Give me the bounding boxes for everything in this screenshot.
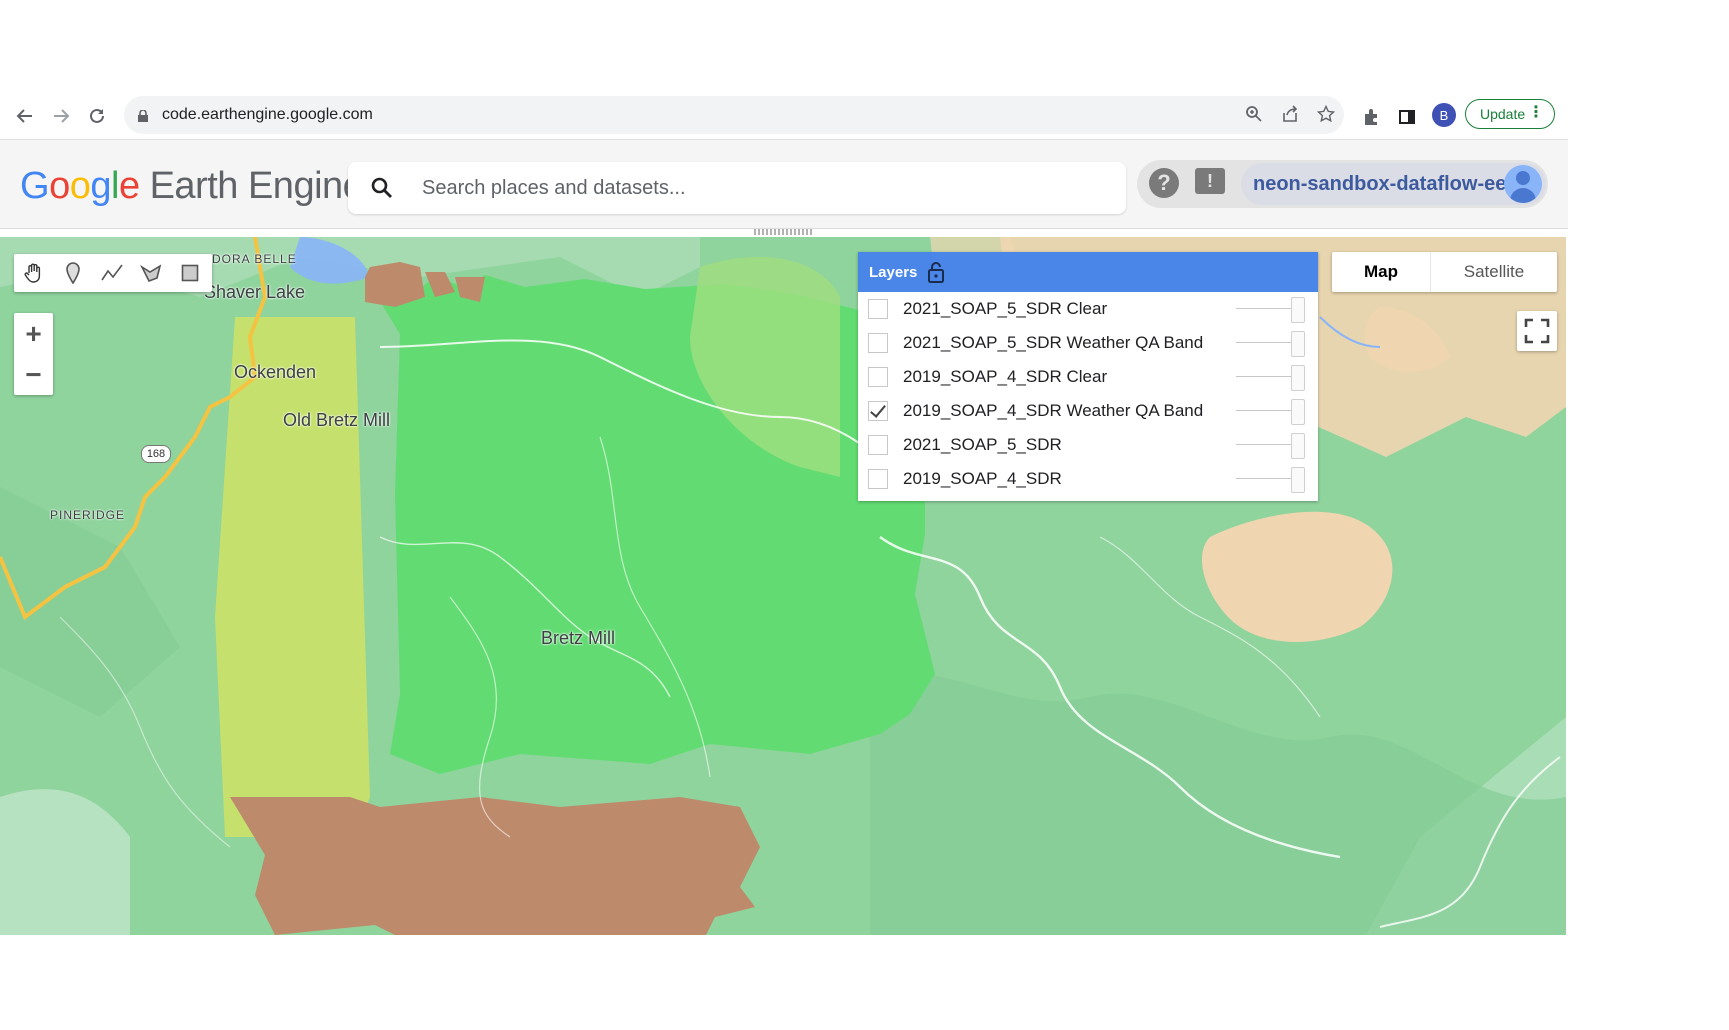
layer-name: 2021_SOAP_5_SDR Weather QA Band (903, 333, 1204, 352)
opacity-slider-handle[interactable] (1291, 331, 1305, 357)
opacity-slider-track[interactable] (1236, 444, 1294, 445)
extensions-icon[interactable] (1360, 106, 1382, 128)
bookmark-star-icon[interactable] (1316, 104, 1336, 124)
side-panel-icon[interactable] (1396, 106, 1418, 128)
line-icon[interactable] (92, 254, 131, 292)
map-graphics (0, 237, 1566, 935)
map-label-old-bretz-mill: Old Bretz Mill (283, 410, 391, 430)
reload-icon[interactable] (80, 99, 114, 133)
account-icon[interactable] (1504, 165, 1542, 203)
unlock-icon[interactable] (927, 261, 945, 283)
zoom-control: + − (14, 313, 53, 395)
zoom-in-icon[interactable]: + (14, 313, 53, 354)
screen: code.earthengine.google.com B Update ⋮ G… (0, 0, 1729, 1030)
layer-row: 2021_SOAP_5_SDR Clear (858, 292, 1318, 326)
opacity-slider-handle[interactable] (1291, 433, 1305, 459)
project-selector[interactable]: neon-sandbox-dataflow-ee (1241, 163, 1546, 205)
drawing-tools (14, 254, 212, 292)
layer-checkbox[interactable] (868, 367, 888, 387)
back-icon[interactable] (8, 99, 42, 133)
help-icon[interactable]: ? (1149, 168, 1179, 198)
route-shield: 168 (141, 445, 171, 463)
layer-name: 2019_SOAP_4_SDR Clear (903, 367, 1108, 386)
zoom-icon[interactable] (1244, 104, 1264, 124)
fullscreen-icon[interactable] (1517, 311, 1557, 351)
layer-checkbox[interactable] (868, 401, 888, 421)
layer-name: 2019_SOAP_4_SDR Weather QA Band (903, 401, 1204, 420)
panel-resize-handle[interactable] (754, 229, 814, 235)
polygon-icon[interactable] (131, 254, 170, 292)
forward-icon[interactable] (44, 99, 78, 133)
opacity-slider-track[interactable] (1236, 342, 1294, 343)
layers-title: Layers (869, 263, 918, 281)
layer-row: 2021_SOAP_5_SDR Weather QA Band (858, 326, 1318, 360)
layers-panel: Layers 2021_SOAP_5_SDR Clear 2021_SOAP_5… (858, 252, 1318, 501)
map-label-shaver-lake: Shaver Lake (204, 282, 306, 302)
map-canvas[interactable]: DORA BELLE Shaver Lake Ockenden Old Bret… (0, 237, 1566, 935)
map-label-dora-belle: DORA BELLE (212, 252, 297, 266)
opacity-slider-handle[interactable] (1291, 399, 1305, 425)
feedback-icon[interactable]: ! (1195, 168, 1225, 194)
rectangle-icon[interactable] (170, 254, 209, 292)
search-box[interactable] (348, 162, 1126, 214)
url-text: code.earthengine.google.com (162, 106, 373, 123)
share-icon[interactable] (1280, 104, 1300, 124)
opacity-slider-track[interactable] (1236, 308, 1294, 309)
opacity-slider-track[interactable] (1236, 410, 1294, 411)
layer-name: 2019_SOAP_4_SDR (903, 469, 1062, 488)
profile-avatar[interactable]: B (1432, 103, 1456, 127)
lock-icon (138, 109, 148, 122)
map-type-map-button[interactable]: Map (1332, 252, 1431, 292)
app-header: GoogleEarth Engine ? ! neon-sandbox-data… (0, 139, 1568, 229)
opacity-slider-handle[interactable] (1291, 365, 1305, 391)
address-bar[interactable]: code.earthengine.google.com (124, 96, 1344, 134)
zoom-out-icon[interactable]: − (14, 354, 53, 395)
search-input[interactable] (420, 175, 1104, 201)
user-controls: ? ! neon-sandbox-dataflow-ee (1137, 160, 1548, 208)
layer-row: 2019_SOAP_4_SDR Clear (858, 360, 1318, 394)
layer-row: 2021_SOAP_5_SDR (858, 428, 1318, 462)
layer-name: 2021_SOAP_5_SDR (903, 435, 1062, 454)
layer-row: 2019_SOAP_4_SDR (858, 462, 1318, 496)
map-label-pineridge: PINERIDGE (50, 508, 126, 522)
map-type-satellite-button[interactable]: Satellite (1431, 252, 1557, 292)
opacity-slider-track[interactable] (1236, 376, 1294, 377)
search-icon (370, 176, 394, 200)
layer-checkbox[interactable] (868, 469, 888, 489)
layer-checkbox[interactable] (868, 333, 888, 353)
project-name: neon-sandbox-dataflow-ee (1253, 173, 1507, 195)
layer-checkbox[interactable] (868, 435, 888, 455)
update-button[interactable]: Update ⋮ (1465, 99, 1555, 129)
layer-checkbox[interactable] (868, 299, 888, 319)
layer-row: 2019_SOAP_4_SDR Weather QA Band (858, 394, 1318, 428)
logo-product-name: Earth Engine (149, 165, 364, 207)
opacity-slider-track[interactable] (1236, 478, 1294, 479)
map-type-control: Map Satellite (1332, 252, 1557, 292)
more-vert-icon[interactable]: ⋮ (1528, 105, 1544, 121)
opacity-slider-handle[interactable] (1291, 467, 1305, 493)
update-label: Update (1480, 106, 1526, 122)
layers-header: Layers (858, 252, 1318, 292)
map-label-ockenden: Ockenden (234, 362, 317, 382)
marker-icon[interactable] (53, 254, 92, 292)
opacity-slider-handle[interactable] (1291, 297, 1305, 323)
pan-hand-icon[interactable] (14, 254, 53, 292)
map-label-bretz-mill: Bretz Mill (541, 628, 616, 648)
layer-name: 2021_SOAP_5_SDR Clear (903, 299, 1108, 318)
earth-engine-logo[interactable]: Google Earth Engine (20, 165, 364, 208)
layer-list: 2021_SOAP_5_SDR Clear 2021_SOAP_5_SDR We… (858, 292, 1318, 496)
